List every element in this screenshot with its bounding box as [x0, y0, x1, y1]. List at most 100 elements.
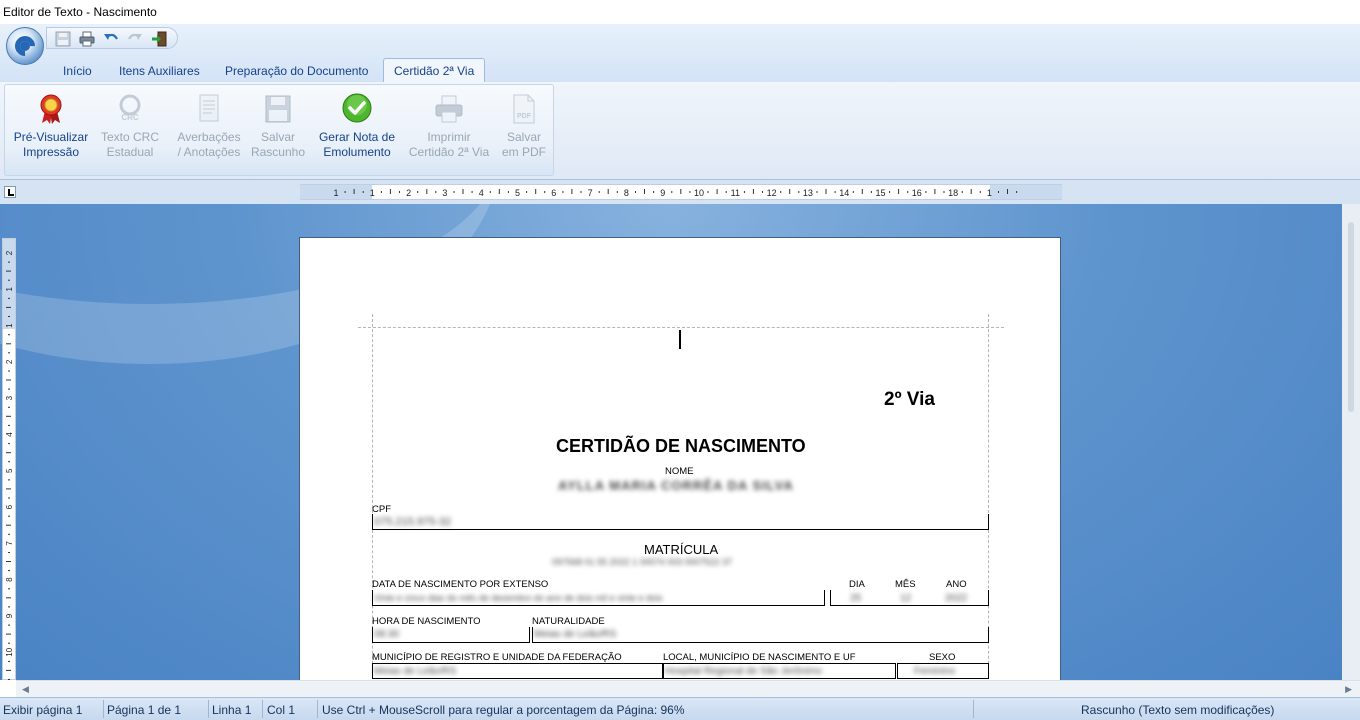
averbacoes-button[interactable]: Averbações / Anotações — [169, 91, 249, 163]
ruler-tick — [507, 191, 509, 193]
ruler-tick — [870, 191, 872, 193]
award-ribbon-icon — [40, 94, 62, 124]
gerar-nota-emolumento-button[interactable]: Gerar Nota de Emolumento — [317, 91, 397, 163]
ruler-ticks: 1 1 2 3 4 5 6 7 8 9 10 11 12 13 14 15 16 18 1 — [333, 188, 1018, 198]
ruler-tick — [780, 191, 782, 193]
ruler-tick — [653, 191, 655, 193]
vertical-ruler[interactable]: 2 1 1 2 3 4 5 6 7 8 9 10 — [2, 238, 16, 680]
vruler-tick — [6, 488, 11, 490]
naturalidade-value: Meias de Leão/RS — [534, 629, 617, 640]
ruler-number: 16 — [912, 188, 922, 198]
print-icon[interactable] — [79, 31, 95, 47]
tab-inicio[interactable]: Início — [63, 64, 92, 78]
ruler-tick — [389, 189, 391, 194]
ruler-number: 14 — [839, 188, 849, 198]
ribbon-tab-row: Início Itens Auxiliares Preparação do Do… — [0, 56, 1360, 84]
tab-itens-auxiliares[interactable]: Itens Auxiliares — [119, 64, 200, 78]
ano-label: ANO — [946, 579, 967, 590]
ruler-tick — [998, 191, 999, 193]
ruler-number: 10 — [694, 188, 704, 198]
ruler-number: 3 — [442, 188, 447, 198]
ribbon-group-certidao: Pré-Visualizar Impressão CRC Texto CRC E… — [4, 84, 554, 176]
vruler-number: 5 — [5, 468, 14, 473]
dia-value: 25 — [850, 593, 862, 604]
texto-crc-button[interactable]: CRC Texto CRC Estadual — [90, 91, 170, 163]
undo-icon[interactable] — [103, 31, 119, 47]
vruler-tick — [8, 352, 10, 354]
salvar-pdf-button[interactable]: PDF Salvar em PDF — [484, 91, 564, 163]
scroll-left-icon[interactable]: ◀ — [22, 684, 29, 695]
ruler-tick — [616, 191, 618, 193]
ruler-tick — [816, 191, 818, 193]
ruler-tick — [925, 191, 927, 193]
green-check-icon — [342, 93, 372, 123]
ruler-number: 1 — [370, 188, 375, 198]
status-document-state: Rascunho (Texto sem modificações) — [1081, 703, 1275, 717]
ruler-tick — [544, 191, 546, 193]
pre-visualizar-label-2: Impressão — [22, 145, 80, 159]
ruler-tick — [834, 191, 836, 193]
ruler-number: 7 — [588, 188, 593, 198]
ruler-tick — [453, 191, 455, 193]
vruler-tick — [8, 642, 10, 644]
horizontal-scrollbar[interactable]: ◀ ▶ — [16, 680, 1360, 697]
app-menu-button[interactable] — [6, 27, 44, 65]
gerar-nota-label-2: Emolumento — [323, 145, 391, 159]
ruler-tick — [526, 191, 528, 193]
ruler-tick — [426, 189, 428, 194]
ruler-tick — [789, 189, 791, 194]
vruler-tick — [8, 424, 10, 426]
ruler-number: 8 — [624, 188, 629, 198]
ruler-number: 13 — [803, 188, 813, 198]
vruler-tick — [6, 524, 11, 526]
ruler-tick — [689, 191, 691, 193]
vruler-tick — [8, 570, 10, 572]
tab-certidao-2a-via[interactable]: Certidão 2ª Via — [383, 58, 486, 84]
document-icon — [199, 94, 219, 122]
vruler-tick — [8, 624, 10, 626]
document-page[interactable]: 2º Via CERTIDÃO DE NASCIMENTO NOME AYLLA… — [299, 237, 1061, 680]
imprimir-certidao-button[interactable]: Imprimir Certidão 2ª Via — [405, 91, 493, 163]
local-label: LOCAL, MUNICÍPIO DE NASCIMENTO E UF — [663, 652, 856, 663]
horizontal-ruler[interactable]: 1 1 2 3 4 5 6 7 8 9 10 11 12 13 14 15 16 18 1 — [300, 184, 1062, 200]
ruler-number: 12 — [767, 188, 777, 198]
ruler-tick — [353, 189, 355, 194]
ruler-tick — [635, 191, 636, 193]
ruler-number: 1 — [333, 188, 338, 198]
ruler-tick — [680, 189, 682, 194]
redo-icon[interactable] — [127, 31, 143, 47]
ruler-tick — [462, 189, 464, 194]
tab-stop-selector[interactable] — [4, 186, 16, 198]
vruler-tick — [8, 388, 10, 390]
scroll-right-icon[interactable]: ▶ — [1345, 684, 1352, 695]
tab-preparacao-documento[interactable]: Preparação do Documento — [225, 64, 368, 78]
naturalidade-label: NATURALIDADE — [532, 616, 605, 627]
exit-icon[interactable] — [151, 31, 167, 47]
status-pagina: Página 1 de 1 — [107, 703, 182, 717]
ruler-tick — [399, 191, 400, 193]
svg-text:PDF: PDF — [517, 113, 532, 120]
ruler-tick — [471, 191, 473, 193]
vruler-tick — [8, 461, 10, 463]
municipio-value: Meias de Leão/RS — [374, 666, 457, 677]
ruler-number: 15 — [875, 188, 885, 198]
ruler-number: 5 — [515, 188, 520, 198]
ruler-tick — [707, 191, 709, 193]
texto-crc-label-2: Estadual — [106, 145, 154, 159]
local-value: Hospital Regional de São Jerônimo — [665, 666, 822, 677]
salvar-rascunho-button[interactable]: Salvar Rascunho — [238, 91, 318, 163]
vertical-scrollbar[interactable] — [1342, 204, 1360, 680]
vruler-tick — [6, 561, 11, 562]
window-title: Editor de Texto - Nascimento — [3, 5, 157, 19]
ruler-tick — [671, 191, 673, 193]
crc-logo-icon: CRC — [119, 94, 141, 122]
vruler-tick — [6, 452, 11, 454]
pre-visualizar-button[interactable]: Pré-Visualizar Impressão — [11, 91, 91, 163]
ruler-tick — [752, 189, 754, 194]
vertical-scroll-thumb[interactable] — [1348, 222, 1354, 412]
vruler-tick — [6, 379, 11, 381]
ruler-tick — [798, 191, 800, 193]
texto-crc-label-1: Texto CRC — [100, 130, 159, 144]
save-icon[interactable] — [55, 31, 71, 47]
vruler-number: 9 — [5, 613, 14, 618]
